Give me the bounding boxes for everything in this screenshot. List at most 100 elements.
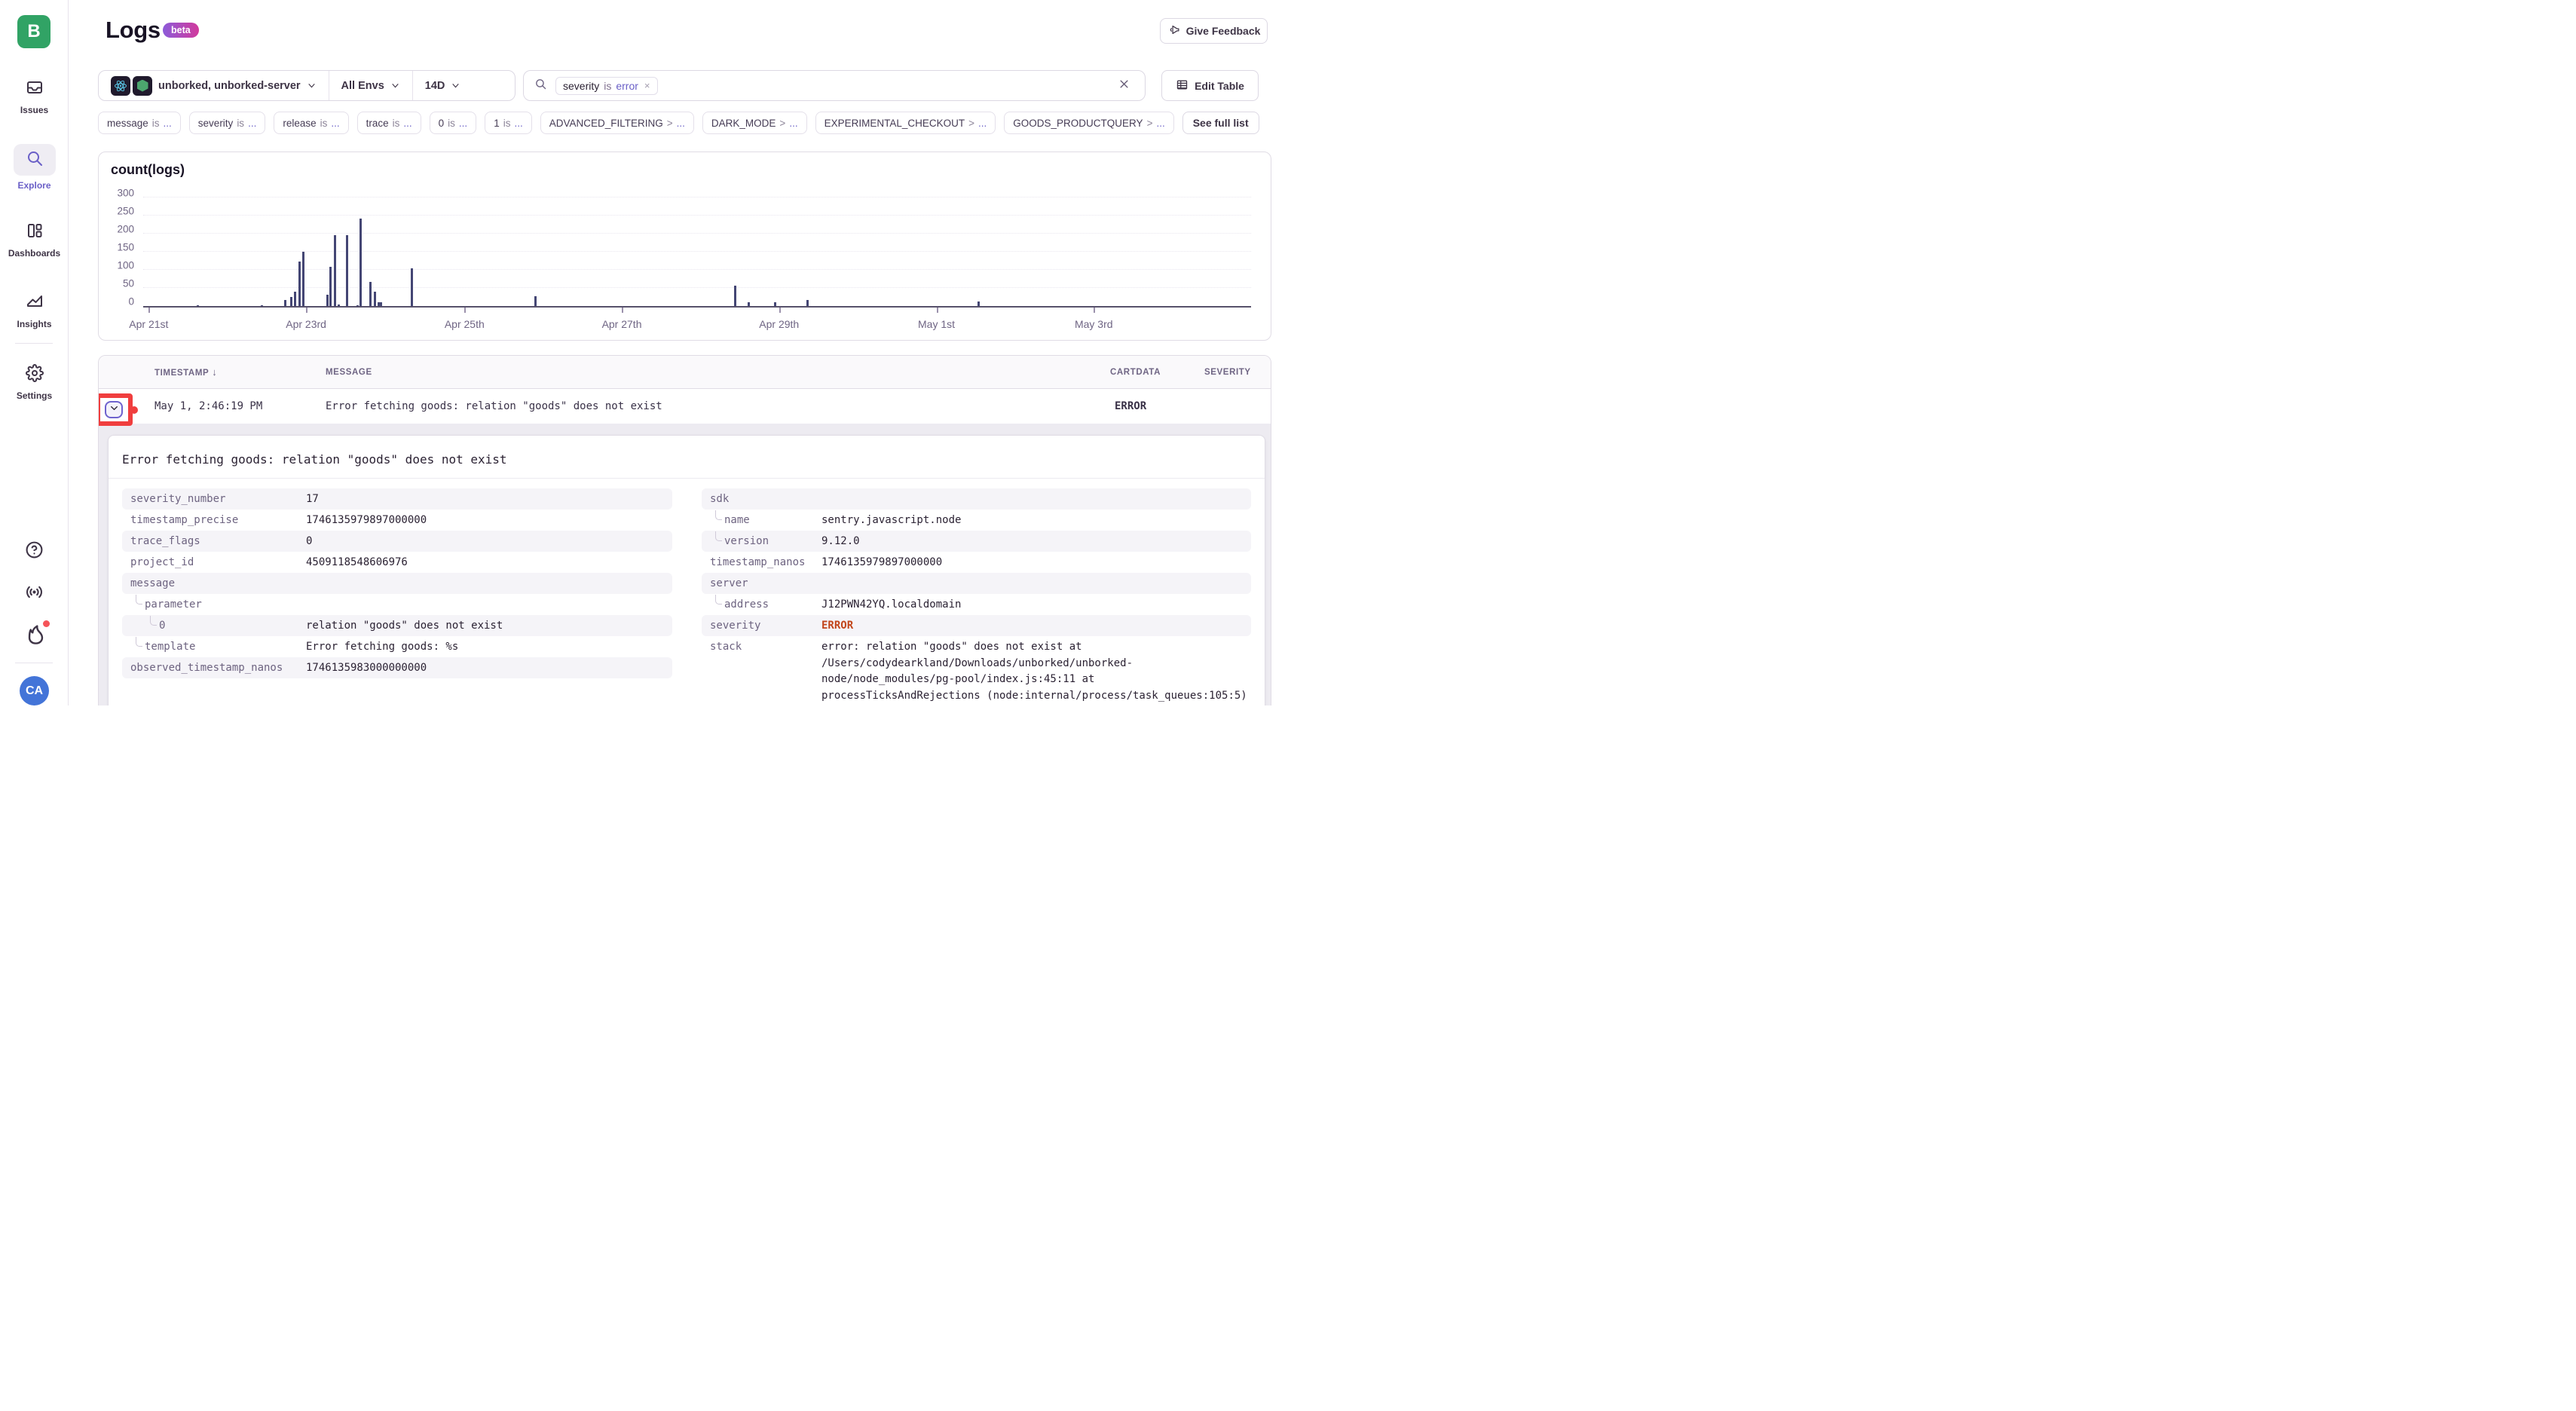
sidebar-item-explore[interactable]: Explore [0, 144, 69, 191]
detail-row: timestamp_precise 1746135979897000000 [122, 510, 672, 531]
edit-table-button[interactable]: Edit Table [1161, 70, 1259, 101]
filter-chip[interactable]: severityis... [189, 112, 266, 134]
sidebar-item-label: Explore [17, 180, 50, 191]
filter-chip[interactable]: DARK_MODE>... [702, 112, 807, 134]
attribute-key: project_id [130, 552, 194, 573]
project-selector-label: unborked, unborked-server [158, 80, 301, 92]
x-axis-tick [148, 308, 150, 313]
bar [774, 302, 776, 306]
sidebar: B Issues Explore Dashboards [0, 0, 69, 706]
bar [359, 219, 362, 306]
bar [338, 305, 340, 306]
filter-chip[interactable]: traceis... [357, 112, 421, 134]
org-logo[interactable]: B [17, 15, 50, 48]
attribute-key: version [724, 531, 769, 552]
detail-row: trace_flags0 [122, 531, 672, 552]
detail-row: stackerror: relation "goods" does not ex… [702, 636, 1251, 706]
attribute-key: trace_flags [130, 531, 200, 552]
sidebar-item-settings[interactable]: Settings [0, 364, 69, 401]
tree-connector [136, 637, 142, 647]
react-platform-icon [111, 76, 130, 96]
filter-chip[interactable]: GOODS_PRODUCTQUERY>... [1004, 112, 1173, 134]
attribute-value: 1746135983000000000 [306, 657, 672, 678]
detail-row: timestamp_nanos1746135979897000000 [702, 552, 1251, 573]
detail-row: addressJ12PWN42YQ.localdomain [702, 594, 1251, 615]
x-axis-tick [306, 308, 307, 313]
help-button[interactable] [25, 540, 44, 563]
filter-chip[interactable]: messageis... [98, 112, 181, 134]
attribute-key: parameter [145, 594, 202, 615]
broadcast-button[interactable] [25, 583, 44, 605]
column-header-message[interactable]: MESSAGE [326, 356, 372, 389]
attribute-value: Error fetching goods: %s [306, 636, 672, 657]
sort-desc-icon: ↓ [212, 366, 217, 378]
see-full-list-button[interactable]: See full list [1182, 112, 1259, 134]
expand-row-button[interactable] [105, 401, 123, 418]
bar [290, 297, 292, 306]
detail-row: observed_timestamp_nanos1746135983000000… [122, 657, 672, 678]
bar [329, 267, 332, 306]
filter-chip[interactable]: 0is... [430, 112, 477, 134]
attribute-value: sentry.javascript.node [821, 510, 1251, 531]
filter-chip[interactable]: EXPERIMENTAL_CHECKOUT>... [815, 112, 996, 134]
column-header-cartdata[interactable]: CARTDATA [1110, 356, 1161, 389]
environment-selector[interactable]: All Envs [329, 71, 412, 100]
sidebar-item-insights[interactable]: Insights [0, 292, 69, 329]
tree-connector [150, 616, 157, 626]
attribute-key: timestamp_nanos [710, 552, 805, 573]
row-timestamp: May 1, 2:46:19 PM [154, 389, 262, 424]
whats-new-button[interactable] [25, 623, 47, 649]
gear-icon [26, 364, 44, 386]
filter-chip[interactable]: 1is... [485, 112, 532, 134]
column-header-timestamp[interactable]: TIMESTAMP↓ [154, 356, 217, 390]
chevron-down-icon [451, 81, 460, 90]
attribute-value: ERROR [821, 615, 1251, 636]
attribute-key: template [145, 636, 195, 657]
attribute-key: timestamp_precise [130, 510, 238, 531]
bar [748, 302, 750, 306]
x-axis-tick-label: Apr 29th [759, 318, 799, 330]
bar [411, 268, 413, 306]
sidebar-item-label: Dashboards [8, 248, 60, 259]
sidebar-item-issues[interactable]: Issues [0, 78, 69, 115]
x-axis-tick [937, 308, 938, 313]
remove-token-icon[interactable]: × [643, 80, 650, 91]
search-filter-token[interactable]: severity is error × [555, 77, 658, 95]
user-avatar[interactable]: CA [20, 676, 49, 706]
gridline [143, 251, 1251, 252]
gridline [143, 269, 1251, 270]
attribute-value: 1746135979897000000 [306, 510, 672, 531]
attribute-value: relation "goods" does not exist [306, 615, 672, 636]
attributes-table-right: sdknamesentry.javascript.nodeversion9.12… [702, 488, 1251, 706]
attributes-table-left: severity_number17timestamp_precise174613… [122, 488, 672, 678]
flame-icon [25, 635, 47, 648]
bar [294, 292, 296, 306]
sidebar-item-label: Insights [17, 319, 51, 329]
attribute-value: 9.12.0 [821, 531, 1251, 552]
give-feedback-button[interactable]: Give Feedback [1160, 18, 1268, 44]
search-input[interactable]: severity is error × [523, 70, 1146, 101]
clear-search-button[interactable] [1114, 76, 1134, 96]
filter-chip[interactable]: releaseis... [274, 112, 348, 134]
search-icon [26, 149, 44, 171]
attribute-value: error: relation "goods" does not exist a… [821, 636, 1251, 706]
y-axis-tick-label: 0 [128, 296, 134, 308]
x-axis-tick [1094, 308, 1095, 313]
detail-row: sdk [702, 488, 1251, 510]
tree-connector [715, 510, 722, 520]
bar [806, 300, 809, 306]
column-header-severity[interactable]: SEVERITY [1204, 356, 1251, 389]
date-range-selector[interactable]: 14D [412, 71, 473, 100]
date-range-selector-label: 14D [425, 80, 445, 92]
bar [977, 301, 980, 306]
notification-dot [43, 620, 50, 627]
table-row[interactable]: May 1, 2:46:19 PM Error fetching goods: … [99, 389, 1271, 424]
row-severity-badge: ERROR [1115, 389, 1146, 424]
filter-chips: messageis... severityis... releaseis... tra… [98, 112, 1288, 134]
filter-chip[interactable]: ADVANCED_FILTERING>... [540, 112, 694, 134]
sidebar-divider [15, 343, 53, 344]
node-platform-icon [133, 76, 152, 96]
sidebar-item-dashboards[interactable]: Dashboards [0, 222, 69, 259]
dashboards-icon [26, 222, 44, 243]
project-selector[interactable]: unborked, unborked-server [99, 71, 329, 100]
